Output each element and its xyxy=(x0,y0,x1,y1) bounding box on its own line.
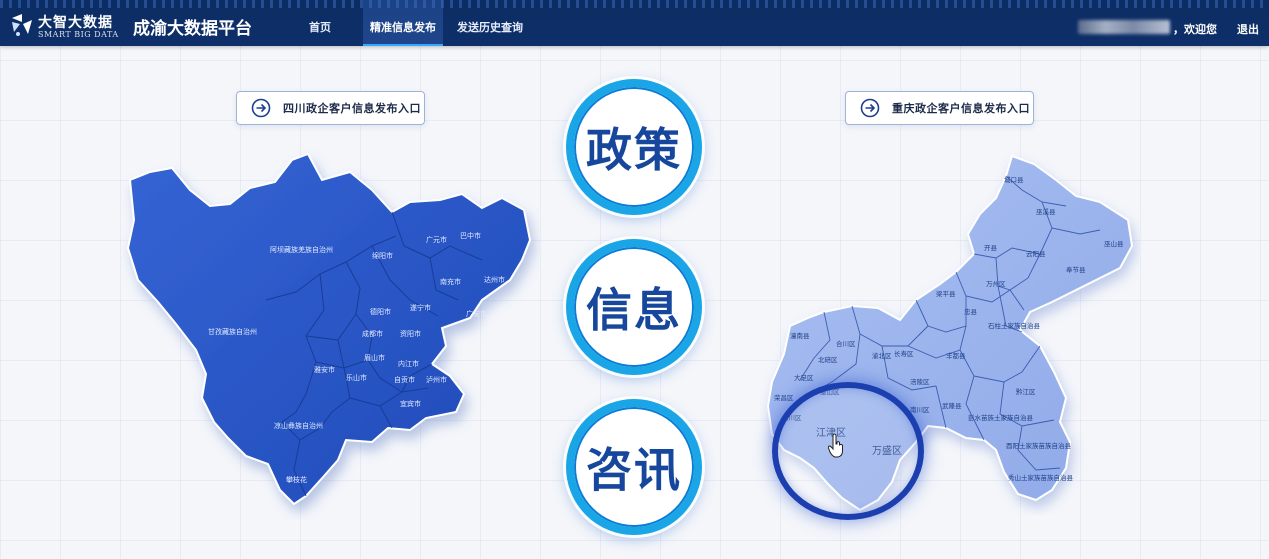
logo-text: 大智大数据 xyxy=(38,15,113,31)
map-label-wanzhou: 万州区 xyxy=(986,280,1006,288)
map-label-chengkou: 城口县 xyxy=(1004,176,1024,184)
logo-subtext: SMART BIG DATA xyxy=(38,30,119,39)
map-label-panzhihua: 攀枝花 xyxy=(286,475,307,484)
nav-precise-publish[interactable]: 精准信息发布 xyxy=(363,0,443,46)
map-label-luzhou: 泸州市 xyxy=(426,375,447,384)
map-label-wushan: 巫山县 xyxy=(1104,239,1124,248)
map-label-beibei: 北碚区 xyxy=(818,355,838,364)
hand-cursor-icon xyxy=(828,434,843,458)
map-label-deyang: 德阳市 xyxy=(370,307,391,316)
map-label-dazu: 大足区 xyxy=(794,373,814,382)
map-label-liangshan: 凉山彝族自治州 xyxy=(274,421,323,430)
nav-home[interactable]: 首页 xyxy=(298,0,342,46)
map-label-yunyang: 云阳县 xyxy=(1026,249,1046,258)
map-label-kaixian: 开县 xyxy=(984,244,998,252)
username-blurred xyxy=(1078,20,1170,34)
map-label-youyang: 酉阳土家族苗族自治县 xyxy=(1006,441,1072,450)
header-decoration xyxy=(0,0,1269,8)
map-label-dazhou: 达州市 xyxy=(484,275,505,284)
map-label-nanchong: 南充市 xyxy=(440,277,461,286)
sichuan-entry-label: 四川政企客户信息发布入口 xyxy=(283,102,421,115)
map-label-yubei: 渝北区 xyxy=(872,351,892,360)
map-label-fengjie: 奉节县 xyxy=(1066,265,1086,274)
map-label-nanchuan: 南川区 xyxy=(910,405,930,414)
map-label-yibin: 宜宾市 xyxy=(400,399,421,408)
map-label-guangan: 广安市 xyxy=(466,309,487,318)
sichuan-entry-button[interactable]: 四川政企客户信息发布入口 xyxy=(236,91,425,125)
logo-icon xyxy=(12,14,32,36)
chongqing-entry-button[interactable]: 重庆政企客户信息发布入口 xyxy=(845,91,1034,125)
map-label-wuxi: 巫溪县 xyxy=(1036,207,1056,216)
slogan-circle-news: 咨讯 xyxy=(566,399,702,535)
map-label-fengdu: 丰都县 xyxy=(946,351,966,360)
slogan-word-info: 信息 xyxy=(586,283,682,337)
map-label-tongnan: 潼南县 xyxy=(790,331,810,340)
map-label-mianyang: 绵阳市 xyxy=(372,251,393,260)
map-label-chengdu: 成都市 xyxy=(362,329,383,338)
map-label-xiushan: 秀山土家族苗族自治县 xyxy=(1008,473,1074,482)
map-label-shizhu: 石柱土家族自治县 xyxy=(988,321,1041,330)
arrow-right-circle-icon xyxy=(251,98,271,118)
map-label-changshou: 长寿区 xyxy=(894,349,914,358)
slogan-circle-policy: 政策 xyxy=(566,79,702,215)
map-label-zhongxian: 忠县 xyxy=(964,308,978,316)
map-label-zigong: 自贡市 xyxy=(394,375,415,384)
map-label-leshan: 乐山市 xyxy=(346,373,367,382)
slogan-word-news: 咨讯 xyxy=(586,443,682,497)
map-label-aba: 阿坝藏族羌族自治州 xyxy=(270,245,333,254)
map-label-meishan: 眉山市 xyxy=(364,353,385,362)
map-label-fuling: 涪陵区 xyxy=(910,377,930,386)
logout-link[interactable]: 退出 xyxy=(1237,21,1259,37)
map-label-bazhong: 巴中市 xyxy=(460,231,481,240)
slogan-word-policy: 政策 xyxy=(586,123,682,177)
arrow-right-circle-icon xyxy=(860,98,880,118)
map-label-pengshui: 彭水苗族土家族自治县 xyxy=(968,413,1034,422)
map-label-neijiang: 内江市 xyxy=(398,359,419,368)
map-label-yaan: 雅安市 xyxy=(314,365,335,374)
map-label-wulong: 武隆县 xyxy=(942,401,962,410)
chongqing-entry-label: 重庆政企客户信息发布入口 xyxy=(892,102,1030,115)
map-label-suining: 遂宁市 xyxy=(410,303,431,312)
welcome-text: ，欢迎您 xyxy=(1173,23,1217,36)
map-label-qianjiang: 黔江区 xyxy=(1016,387,1036,396)
map-label-ganzi: 甘孜藏族自治州 xyxy=(208,327,257,336)
map-label-liangping: 梁平县 xyxy=(936,289,956,298)
map-label-ziyang: 资阳市 xyxy=(400,329,421,338)
sichuan-map[interactable]: 阿坝藏族羌族自治州 广元市 巴中市 绵阳市 南充市 达州市 德阳市 遂宁市 广安… xyxy=(110,150,540,520)
nav-send-history[interactable]: 发送历史查询 xyxy=(452,0,528,46)
top-navigation-bar: 大智大数据 SMART BIG DATA 成渝大数据平台 首页 精准信息发布 发… xyxy=(0,0,1269,46)
map-label-rongchang: 荣昌区 xyxy=(774,393,794,402)
platform-title: 成渝大数据平台 xyxy=(133,19,252,39)
map-label-hechuan: 合川区 xyxy=(836,339,856,348)
map-highlight-ring xyxy=(772,382,924,520)
map-label-guangyuan: 广元市 xyxy=(426,235,447,244)
slogan-circle-info: 信息 xyxy=(566,239,702,375)
